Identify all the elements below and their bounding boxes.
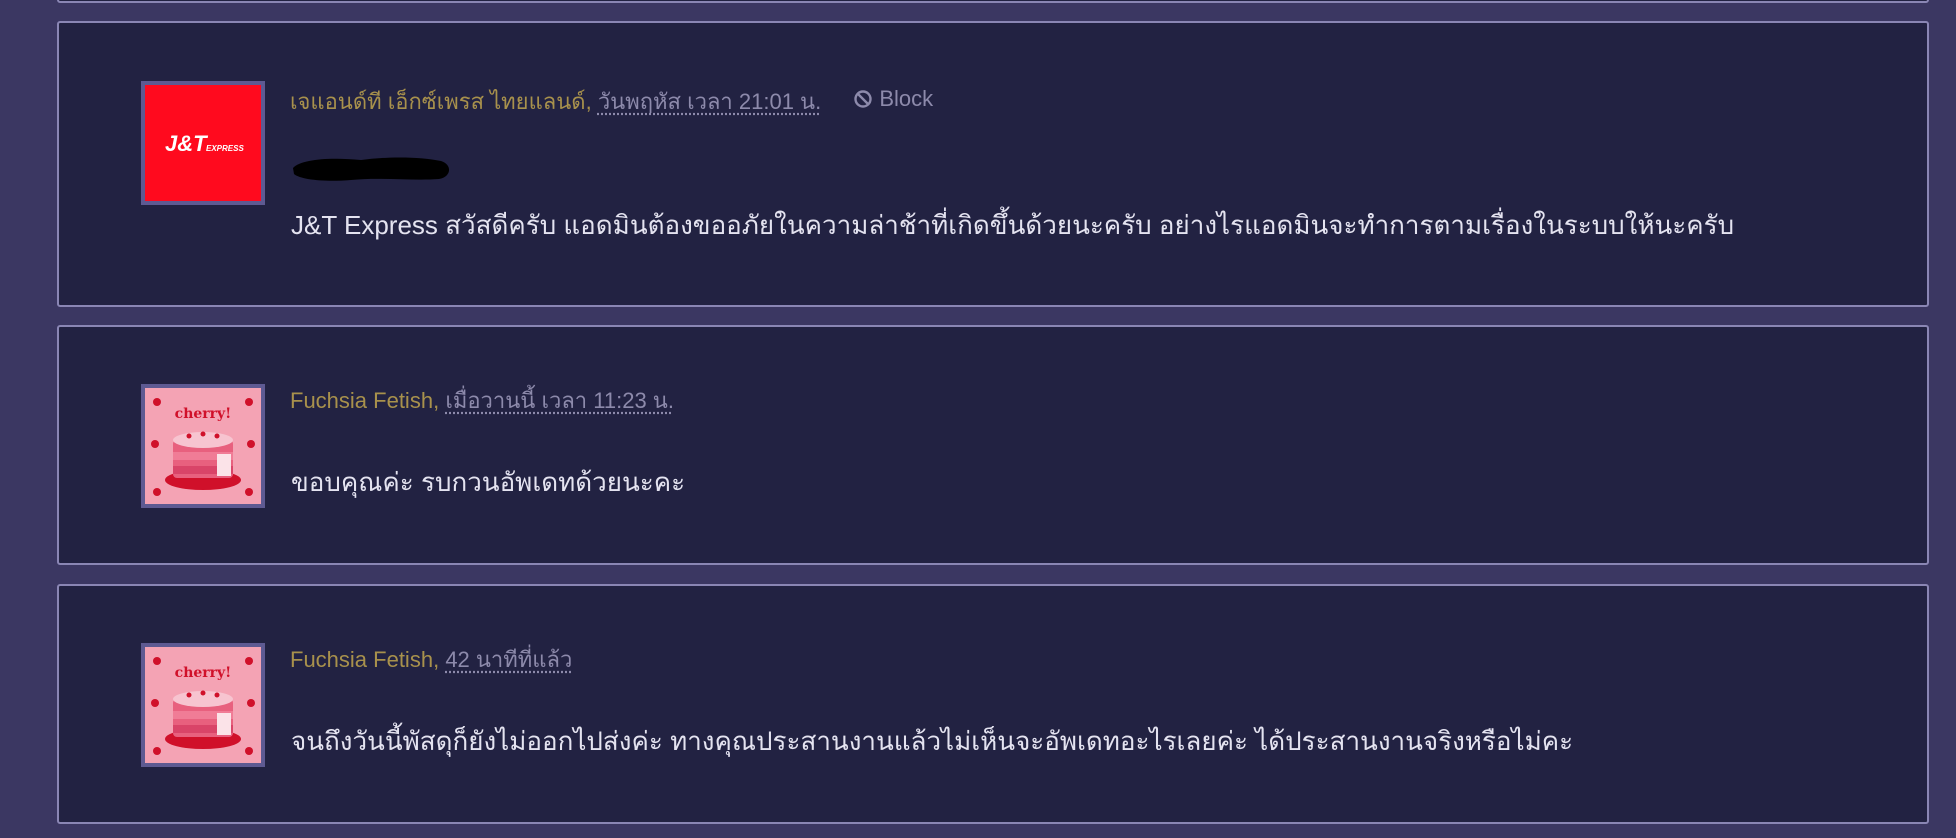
- author-name[interactable]: Fuchsia Fetish: [290, 388, 433, 413]
- avatar-text: cherry!: [175, 406, 232, 422]
- timestamp[interactable]: วันพฤหัส เวลา 21:01 น.: [598, 89, 821, 114]
- logo-main-text: J&T: [165, 131, 208, 156]
- comment-message: J&T Express สวัสดีครับ แอดมินต้องขออภัยใ…: [291, 210, 1735, 240]
- author-name[interactable]: เจแอนด์ที เอ็กซ์เพรส ไทยแลนด์: [290, 89, 586, 114]
- block-icon: [854, 90, 873, 108]
- comment-card: cherry! Fuchsia Fetish, 42 นาทีที่แล้ว จ…: [57, 584, 1929, 824]
- comment-message: จนถึงวันนี้พัสดุก็ยังไม่ออกไปส่งค่ะ ทางค…: [291, 726, 1574, 756]
- comment-meta: Fuchsia Fetish, เมื่อวานนี้ เวลา 11:23 น…: [290, 387, 674, 415]
- block-label: Block: [879, 86, 934, 111]
- comment-card: cherry! Fuchsia Fetish, เมื่อวานนี้ เวลา…: [57, 325, 1929, 565]
- logo-sub-text: EXPRESS: [206, 144, 244, 153]
- comment-message: ขอบคุณค่ะ รบกวนอัพเดทด้วยนะคะ: [291, 467, 686, 497]
- meta-separator: ,: [433, 388, 440, 413]
- redaction-mark: [293, 157, 450, 181]
- avatar[interactable]: cherry!: [141, 643, 265, 767]
- block-button[interactable]: Block: [853, 85, 933, 113]
- comment-meta: เจแอนด์ที เอ็กซ์เพรส ไทยแลนด์, วันพฤหัส …: [290, 85, 933, 116]
- cherry-cake-avatar: cherry!: [145, 388, 261, 504]
- meta-separator: ,: [433, 647, 440, 672]
- timestamp[interactable]: เมื่อวานนี้ เวลา 11:23 น.: [445, 388, 674, 413]
- avatar[interactable]: cherry!: [141, 384, 265, 508]
- comment-meta: Fuchsia Fetish, 42 นาทีที่แล้ว: [290, 646, 572, 674]
- previous-comment-card: [57, 0, 1929, 3]
- avatar[interactable]: J&T EXPRESS: [141, 81, 265, 205]
- comment-card: J&T EXPRESS เจแอนด์ที เอ็กซ์เพรส ไทยแลนด…: [57, 21, 1929, 307]
- meta-separator: ,: [585, 89, 592, 114]
- comment-list: J&T EXPRESS เจแอนด์ที เอ็กซ์เพรส ไทยแลนด…: [0, 0, 1956, 838]
- timestamp[interactable]: 42 นาทีที่แล้ว: [445, 647, 572, 672]
- cherry-cake-avatar: cherry!: [145, 647, 261, 763]
- avatar-text: cherry!: [175, 665, 232, 681]
- author-name[interactable]: Fuchsia Fetish: [290, 647, 433, 672]
- jt-express-logo: J&T EXPRESS: [145, 85, 261, 201]
